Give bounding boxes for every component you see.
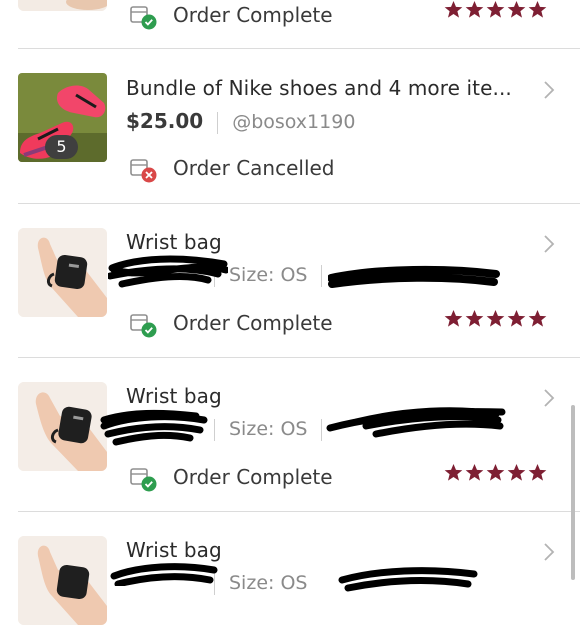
chevron-right-icon[interactable] <box>541 234 557 254</box>
rating-stars <box>444 309 549 329</box>
order-complete-icon <box>130 314 157 338</box>
order-status-text: Order Complete <box>173 3 333 27</box>
meta-separator <box>321 264 323 287</box>
item-meta: $25.00 @bosox1190 <box>126 109 355 134</box>
redaction-scribble <box>100 409 208 446</box>
star-icon <box>486 463 505 481</box>
redaction-scribble <box>110 563 218 586</box>
order-cancelled-icon <box>130 159 157 183</box>
redaction-scribble <box>108 255 228 288</box>
item-thumbnail <box>18 382 107 471</box>
meta-separator <box>217 111 219 134</box>
scrollbar[interactable] <box>571 405 575 580</box>
order-row-4[interactable]: Wrist bag Size: OS <box>0 512 580 625</box>
seller-username[interactable]: @bosox1190 <box>232 111 355 133</box>
order-complete-icon <box>130 6 157 30</box>
star-icon <box>528 309 547 327</box>
rating-stars <box>444 463 549 483</box>
star-icon <box>486 309 505 327</box>
chevron-right-icon[interactable] <box>541 388 557 408</box>
item-thumbnail <box>18 228 107 317</box>
star-icon <box>444 463 463 481</box>
item-thumbnail <box>18 536 107 625</box>
order-status-text: Order Complete <box>173 311 333 335</box>
star-icon <box>486 0 505 18</box>
redaction-scribble <box>326 407 506 438</box>
item-title: Bundle of Nike shoes and 4 more ite... <box>126 76 512 100</box>
star-icon <box>528 0 547 18</box>
meta-separator <box>321 418 323 441</box>
redaction-scribble <box>338 567 478 592</box>
order-row-2[interactable]: Wrist bag Size: OS Order Complete <box>0 204 580 357</box>
star-icon <box>507 309 526 327</box>
star-icon <box>465 309 484 327</box>
order-complete-icon <box>130 468 157 492</box>
order-row-3[interactable]: Wrist bag Size: OS Order Complete <box>0 358 580 511</box>
star-icon <box>528 463 547 481</box>
star-icon <box>444 0 463 18</box>
star-icon <box>465 0 484 18</box>
item-size: Size: OS <box>229 418 308 440</box>
chevron-right-icon[interactable] <box>541 80 557 100</box>
star-icon <box>465 463 484 481</box>
item-thumbnail: 5 <box>18 73 107 162</box>
item-title: Wrist bag <box>126 384 222 408</box>
item-size: Size: OS <box>229 572 308 594</box>
star-icon <box>507 0 526 18</box>
rating-stars <box>444 0 549 20</box>
item-thumbnail <box>18 0 107 11</box>
order-row-1[interactable]: 5 Bundle of Nike shoes and 4 more ite...… <box>0 49 580 203</box>
order-status-text: Order Cancelled <box>173 156 335 180</box>
order-status-text: Order Complete <box>173 465 333 489</box>
item-size: Size: OS <box>229 264 308 286</box>
star-icon <box>507 463 526 481</box>
item-price: $25.00 <box>126 109 204 133</box>
meta-separator <box>214 418 215 441</box>
item-count-badge: 5 <box>45 135 78 159</box>
chevron-right-icon[interactable] <box>541 542 557 562</box>
redaction-scribble <box>328 265 500 288</box>
star-icon <box>444 309 463 327</box>
